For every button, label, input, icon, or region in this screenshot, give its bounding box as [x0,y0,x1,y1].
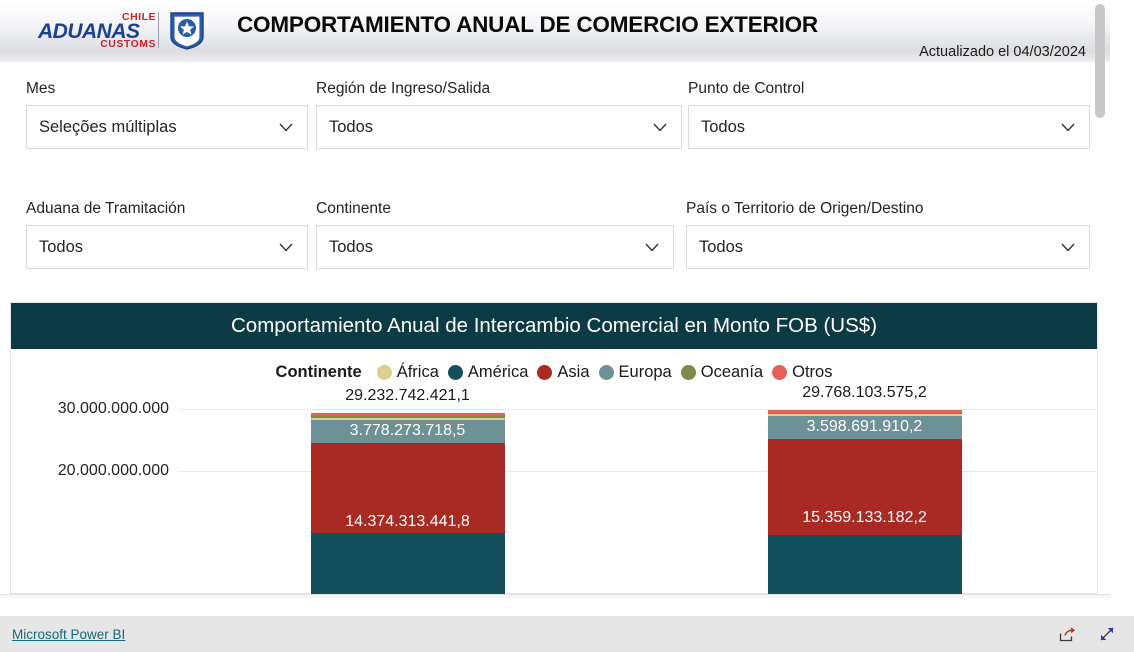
slicer-dropdown-continente[interactable]: Todos [316,225,674,269]
page-scrollbar-thumb[interactable] [1095,4,1105,118]
legend-color-dot-otros [772,365,788,380]
slicer-label: Mes [26,80,56,97]
chevron-down-icon [279,243,293,252]
report-canvas: CHILE ADUANAS CUSTOMS COMPORTAMIENTO ANU… [0,0,1110,598]
chevron-down-icon [1061,123,1075,132]
slicer-pais: País o Territorio de Origen/Destino Todo… [686,200,1090,269]
report-page: CHILE ADUANAS CUSTOMS COMPORTAMIENTO ANU… [0,0,1134,652]
slicer-dropdown-mes[interactable]: Seleções múltiplas [26,105,308,149]
logo-divider [158,12,159,48]
legend-label: Europa [618,363,672,381]
legend-color-dot-europa [598,365,614,380]
bar-segment-américa[interactable] [767,534,962,596]
chevron-down-icon [1061,243,1075,252]
bar-segment-américa[interactable] [310,532,505,596]
slicer-label: Continente [316,200,391,217]
share-icon[interactable] [1058,625,1076,643]
legend-item-oceania[interactable]: Oceanía [680,363,764,382]
slicer-dropdown-punto-control[interactable]: Todos [688,105,1090,149]
chile-customs-shield-icon [170,12,204,50]
legend-title: Continente [275,363,362,381]
slicer-value: Todos [701,117,746,136]
slicer-value: Todos [699,237,744,256]
slicer-label: País o Territorio de Origen/Destino [686,200,924,217]
chevron-down-icon [653,123,667,132]
aduanas-logo: CHILE ADUANAS CUSTOMS [38,8,206,52]
slicer-value: Seleções múltiplas [39,117,177,136]
zoom-bar: − + 179% [0,594,1110,598]
fullscreen-icon[interactable] [1098,625,1116,643]
slicer-label: Región de Ingreso/Salida [316,80,491,97]
bar-total-label: 29.768.103.575,2 [802,383,927,401]
legend-item-america[interactable]: América [447,363,529,382]
legend-label: América [467,363,529,381]
slicer-dropdown-region[interactable]: Todos [316,105,682,149]
page-scrollbar[interactable] [1095,4,1105,598]
chevron-down-icon [279,123,293,132]
legend-color-dot-oceania [680,365,696,380]
slicer-continente: Continente Todos [316,200,674,269]
slicer-label: Aduana de Tramitación [26,200,186,217]
powerbi-link[interactable]: Microsoft Power BI [12,627,125,642]
slicer-punto-control: Punto de Control Todos [688,80,1090,149]
chart-visual: Comportamiento Anual de Intercambio Come… [10,302,1098,596]
logo-wordmark: CHILE ADUANAS CUSTOMS [38,9,156,51]
slicer-dropdown-aduana[interactable]: Todos [26,225,308,269]
slicer-aduana: Aduana de Tramitación Todos [26,200,308,269]
slicer-region: Región de Ingreso/Salida Todos [316,80,682,149]
legend-color-dot-africa [376,365,392,380]
slicer-dropdown-pais[interactable]: Todos [686,225,1090,269]
bar-segment-asia[interactable]: 14.374.313.441,8 [310,443,505,533]
y-axis-tick-label: 30.000.000.000 [57,399,169,417]
legend-color-dot-america [447,365,463,380]
chart-legend: Continente África América Asia Europa Oc… [11,363,1097,382]
chart-title: Comportamiento Anual de Intercambio Come… [11,303,1097,349]
slicer-mes: Mes Seleções múltiplas [26,80,308,149]
chart-plot-area: 30.000.000.000 20.000.000.000 3.778.273.71… [11,384,1097,596]
legend-label: Otros [792,363,833,381]
legend-label: Oceanía [700,363,764,381]
bar-segment-europa[interactable]: 3.778.273.718,5 [310,419,505,444]
report-footer: Microsoft Power BI [0,616,1134,652]
page-header: CHILE ADUANAS CUSTOMS COMPORTAMIENTO ANU… [0,0,1110,62]
slicer-value: Todos [329,237,374,256]
bar-total-label: 29.232.742.421,1 [345,387,470,405]
legend-item-africa[interactable]: África [376,363,439,382]
page-title: COMPORTAMIENTO ANUAL DE COMERCIO EXTERIO… [237,12,818,37]
legend-label: África [396,363,439,381]
legend-label: Asia [557,363,590,381]
legend-item-asia[interactable]: Asia [537,363,590,382]
logo-customs-text: CUSTOMS [100,38,156,50]
legend-color-dot-asia [537,365,553,380]
bar-segment-asia[interactable]: 15.359.133.182,2 [767,438,962,535]
slicer-value: Todos [329,117,374,136]
bar-segment-europa[interactable]: 3.598.691.910,2 [767,416,962,439]
y-axis-tick-label: 20.000.000.000 [57,462,169,479]
slicer-label: Punto de Control [688,80,805,97]
legend-item-europa[interactable]: Europa [598,363,672,382]
legend-item-otros[interactable]: Otros [772,363,832,382]
chart-bar[interactable]: 3.598.691.910,2 15.359.133.182,2 [767,409,962,596]
chevron-down-icon [645,243,659,252]
updated-label: Actualizado el 04/03/2024 [919,44,1086,60]
footer-actions [1058,625,1116,643]
chart-bar[interactable]: 3.778.273.718,5 14.374.313.441,8 [310,413,505,596]
slicer-value: Todos [39,237,84,256]
